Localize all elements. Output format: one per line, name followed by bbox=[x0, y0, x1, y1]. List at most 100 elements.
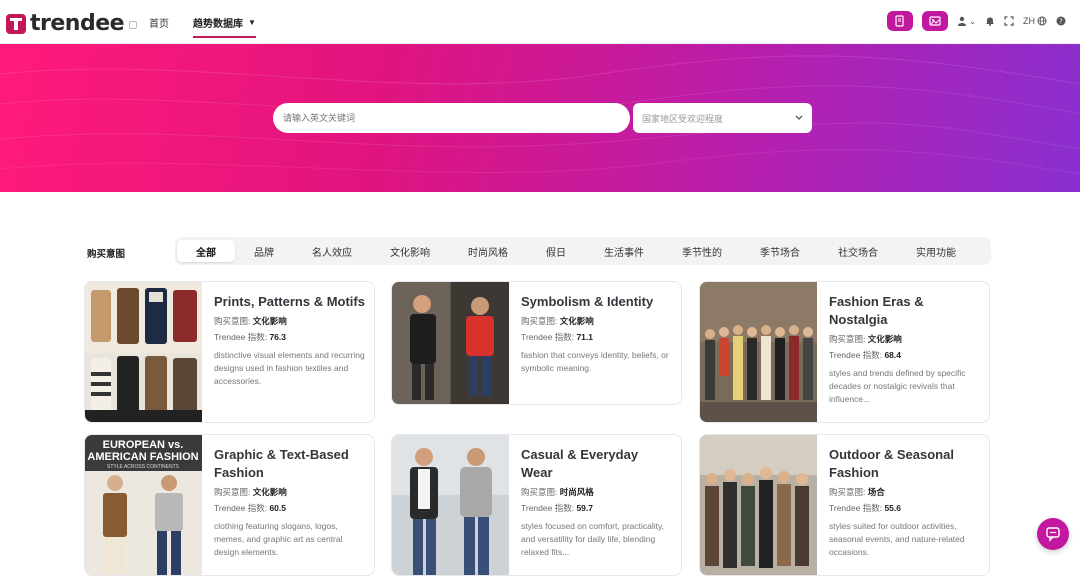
trend-card-body: Symbolism & Identity 购买意图: 文化影响 Trendee … bbox=[521, 293, 673, 375]
logo-badge-icon bbox=[129, 20, 138, 29]
language-label: ZH bbox=[1023, 16, 1035, 26]
trend-card-body: Prints, Patterns & Motifs 购买意图: 文化影响 Tre… bbox=[214, 293, 366, 388]
image-text-line2: AMERICAN FASHION bbox=[87, 451, 198, 463]
tab-all[interactable]: 全部 bbox=[177, 240, 235, 262]
trend-card[interactable]: Fashion Eras & Nostalgia 购买意图: 文化影响 Tren… bbox=[699, 281, 990, 423]
trend-card-image bbox=[700, 435, 817, 575]
top-navigation-bar: trendee 首页 趋势数据库 ▼ ⌄ ZH ? bbox=[0, 0, 1080, 44]
trend-card[interactable]: Prints, Patterns & Motifs 购买意图: 文化影响 Tre… bbox=[84, 281, 375, 423]
chevron-down-icon bbox=[795, 115, 803, 120]
trend-card-title: Casual & Everyday Wear bbox=[521, 447, 639, 480]
trend-card-body: Fashion Eras & Nostalgia 购买意图: 文化影响 Tren… bbox=[829, 293, 981, 406]
trend-card-index: Trendee 指数: 55.6 bbox=[829, 502, 981, 514]
image-compare-icon bbox=[929, 16, 941, 26]
intent-value: 文化影响 bbox=[252, 316, 287, 326]
tab-seasonal-occasion[interactable]: 季节场合 bbox=[741, 240, 819, 262]
tab-brand[interactable]: 品牌 bbox=[235, 240, 293, 262]
intent-label: 购买意图: bbox=[829, 334, 866, 344]
tab-seasonal[interactable]: 季节性的 bbox=[663, 240, 741, 262]
trend-card[interactable]: Outdoor & Seasonal Fashion 购买意图: 场合 Tren… bbox=[699, 434, 990, 576]
nav-home-label: 首页 bbox=[149, 18, 169, 30]
user-menu[interactable]: ⌄ bbox=[957, 16, 976, 26]
user-icon bbox=[958, 16, 967, 26]
intent-label: 购买意图: bbox=[214, 487, 251, 497]
trend-card-title: Graphic & Text-Based Fashion bbox=[214, 447, 349, 480]
tab-practical-function[interactable]: 实用功能 bbox=[897, 240, 975, 262]
index-value: 55.6 bbox=[884, 503, 901, 513]
notification-bell-icon[interactable] bbox=[985, 16, 995, 26]
tab-fashion-style[interactable]: 时尚风格 bbox=[449, 240, 527, 262]
tab-cultural-influence[interactable]: 文化影响 bbox=[371, 240, 449, 262]
hero-search-banner: 国家地区受欢迎程度 bbox=[0, 44, 1080, 192]
nav-home[interactable]: 首页 bbox=[149, 0, 169, 44]
chat-support-button[interactable] bbox=[1037, 518, 1069, 550]
trend-card-description: styles and trends defined by specific de… bbox=[829, 368, 966, 404]
trend-card[interactable]: EUROPEAN vs. AMERICAN FASHION STYLE ACRO… bbox=[84, 434, 375, 576]
trend-card-intent: 购买意图: 时尚风格 bbox=[521, 486, 673, 498]
trend-card-intent: 购买意图: 文化影响 bbox=[829, 333, 981, 345]
trend-card-title: Prints, Patterns & Motifs bbox=[214, 294, 365, 309]
trendee-logo[interactable]: trendee bbox=[6, 11, 138, 36]
intent-label: 购买意图: bbox=[829, 487, 866, 497]
help-icon[interactable]: ? bbox=[1056, 16, 1066, 26]
trendee-logo-mark bbox=[6, 13, 26, 34]
index-label: Trendee 指数: bbox=[521, 332, 575, 342]
compare-button[interactable] bbox=[922, 11, 949, 31]
fullscreen-icon[interactable] bbox=[1004, 16, 1014, 26]
chevron-down-icon: ▼ bbox=[248, 17, 256, 27]
trend-card-index: Trendee 指数: 71.1 bbox=[521, 331, 673, 343]
trend-card-index: Trendee 指数: 60.5 bbox=[214, 502, 366, 514]
trend-card-description: styles focused on comfort, practicality,… bbox=[521, 521, 664, 557]
trend-card-description: styles suited for outdoor activities, se… bbox=[829, 521, 965, 557]
main-nav: 首页 趋势数据库 ▼ bbox=[149, 0, 280, 44]
image-text-line1: EUROPEAN vs. bbox=[103, 439, 184, 451]
trend-card-image bbox=[85, 282, 202, 422]
image-text-line3: STYLE ACROSS CONTINENTS bbox=[107, 464, 180, 470]
index-label: Trendee 指数: bbox=[521, 503, 575, 513]
intent-label: 购买意图: bbox=[214, 316, 251, 326]
language-switcher[interactable]: ZH bbox=[1023, 16, 1047, 26]
tab-social-occasion[interactable]: 社交场合 bbox=[819, 240, 897, 262]
index-value: 71.1 bbox=[576, 332, 593, 342]
report-button[interactable] bbox=[887, 11, 914, 31]
purchase-intent-tabs: 全部 品牌 名人效应 文化影响 时尚风格 假日 生活事件 季节性的 季节场合 社… bbox=[175, 237, 991, 265]
tab-life-events[interactable]: 生活事件 bbox=[585, 240, 663, 262]
trend-card-title: Symbolism & Identity bbox=[521, 294, 654, 309]
region-select-placeholder: 国家地区受欢迎程度 bbox=[642, 113, 724, 124]
tab-celebrity-effect[interactable]: 名人效应 bbox=[293, 240, 371, 262]
trend-card[interactable]: Casual & Everyday Wear 购买意图: 时尚风格 Trende… bbox=[391, 434, 682, 576]
svg-text:?: ? bbox=[1059, 18, 1063, 26]
index-label: Trendee 指数: bbox=[214, 332, 268, 342]
tab-holiday[interactable]: 假日 bbox=[527, 240, 585, 262]
trend-card-title: Outdoor & Seasonal Fashion bbox=[829, 447, 954, 480]
region-popularity-select[interactable]: 国家地区受欢迎程度 bbox=[633, 103, 812, 133]
index-value: 59.7 bbox=[576, 503, 593, 513]
index-value: 60.5 bbox=[269, 503, 286, 513]
trend-card-image: EUROPEAN vs. AMERICAN FASHION STYLE ACRO… bbox=[85, 435, 202, 575]
trend-card-body: Casual & Everyday Wear 购买意图: 时尚风格 Trende… bbox=[521, 446, 673, 559]
trend-card-title: Fashion Eras & Nostalgia bbox=[829, 294, 924, 327]
trend-card-description: fashion that conveys identity, beliefs, … bbox=[521, 350, 669, 373]
trend-card-index: Trendee 指数: 68.4 bbox=[829, 349, 981, 361]
globe-icon bbox=[1037, 16, 1047, 26]
intent-value: 时尚风格 bbox=[559, 487, 594, 497]
keyword-search-input[interactable] bbox=[273, 103, 630, 133]
index-label: Trendee 指数: bbox=[829, 350, 883, 360]
index-value: 68.4 bbox=[884, 350, 901, 360]
nav-trend-database[interactable]: 趋势数据库 ▼ bbox=[193, 0, 256, 44]
trend-card-description: clothing featuring slogans, logos, memes… bbox=[214, 521, 343, 557]
trend-card-intent: 购买意图: 文化影响 bbox=[214, 486, 366, 498]
nav-trend-database-label: 趋势数据库 bbox=[193, 18, 243, 30]
trend-card-index: Trendee 指数: 59.7 bbox=[521, 502, 673, 514]
header-actions: ⌄ ZH ? bbox=[887, 11, 1066, 31]
index-label: Trendee 指数: bbox=[214, 503, 268, 513]
chevron-down-icon: ⌄ bbox=[969, 16, 976, 26]
intent-value: 文化影响 bbox=[252, 487, 287, 497]
trend-card[interactable]: Symbolism & Identity 购买意图: 文化影响 Trendee … bbox=[391, 281, 682, 405]
trend-card-intent: 购买意图: 文化影响 bbox=[214, 315, 366, 327]
intent-label: 购买意图: bbox=[521, 487, 558, 497]
chat-bubble-icon bbox=[1046, 527, 1060, 542]
trend-card-intent: 购买意图: 文化影响 bbox=[521, 315, 673, 327]
index-label: Trendee 指数: bbox=[829, 503, 883, 513]
trend-card-image bbox=[392, 282, 509, 404]
